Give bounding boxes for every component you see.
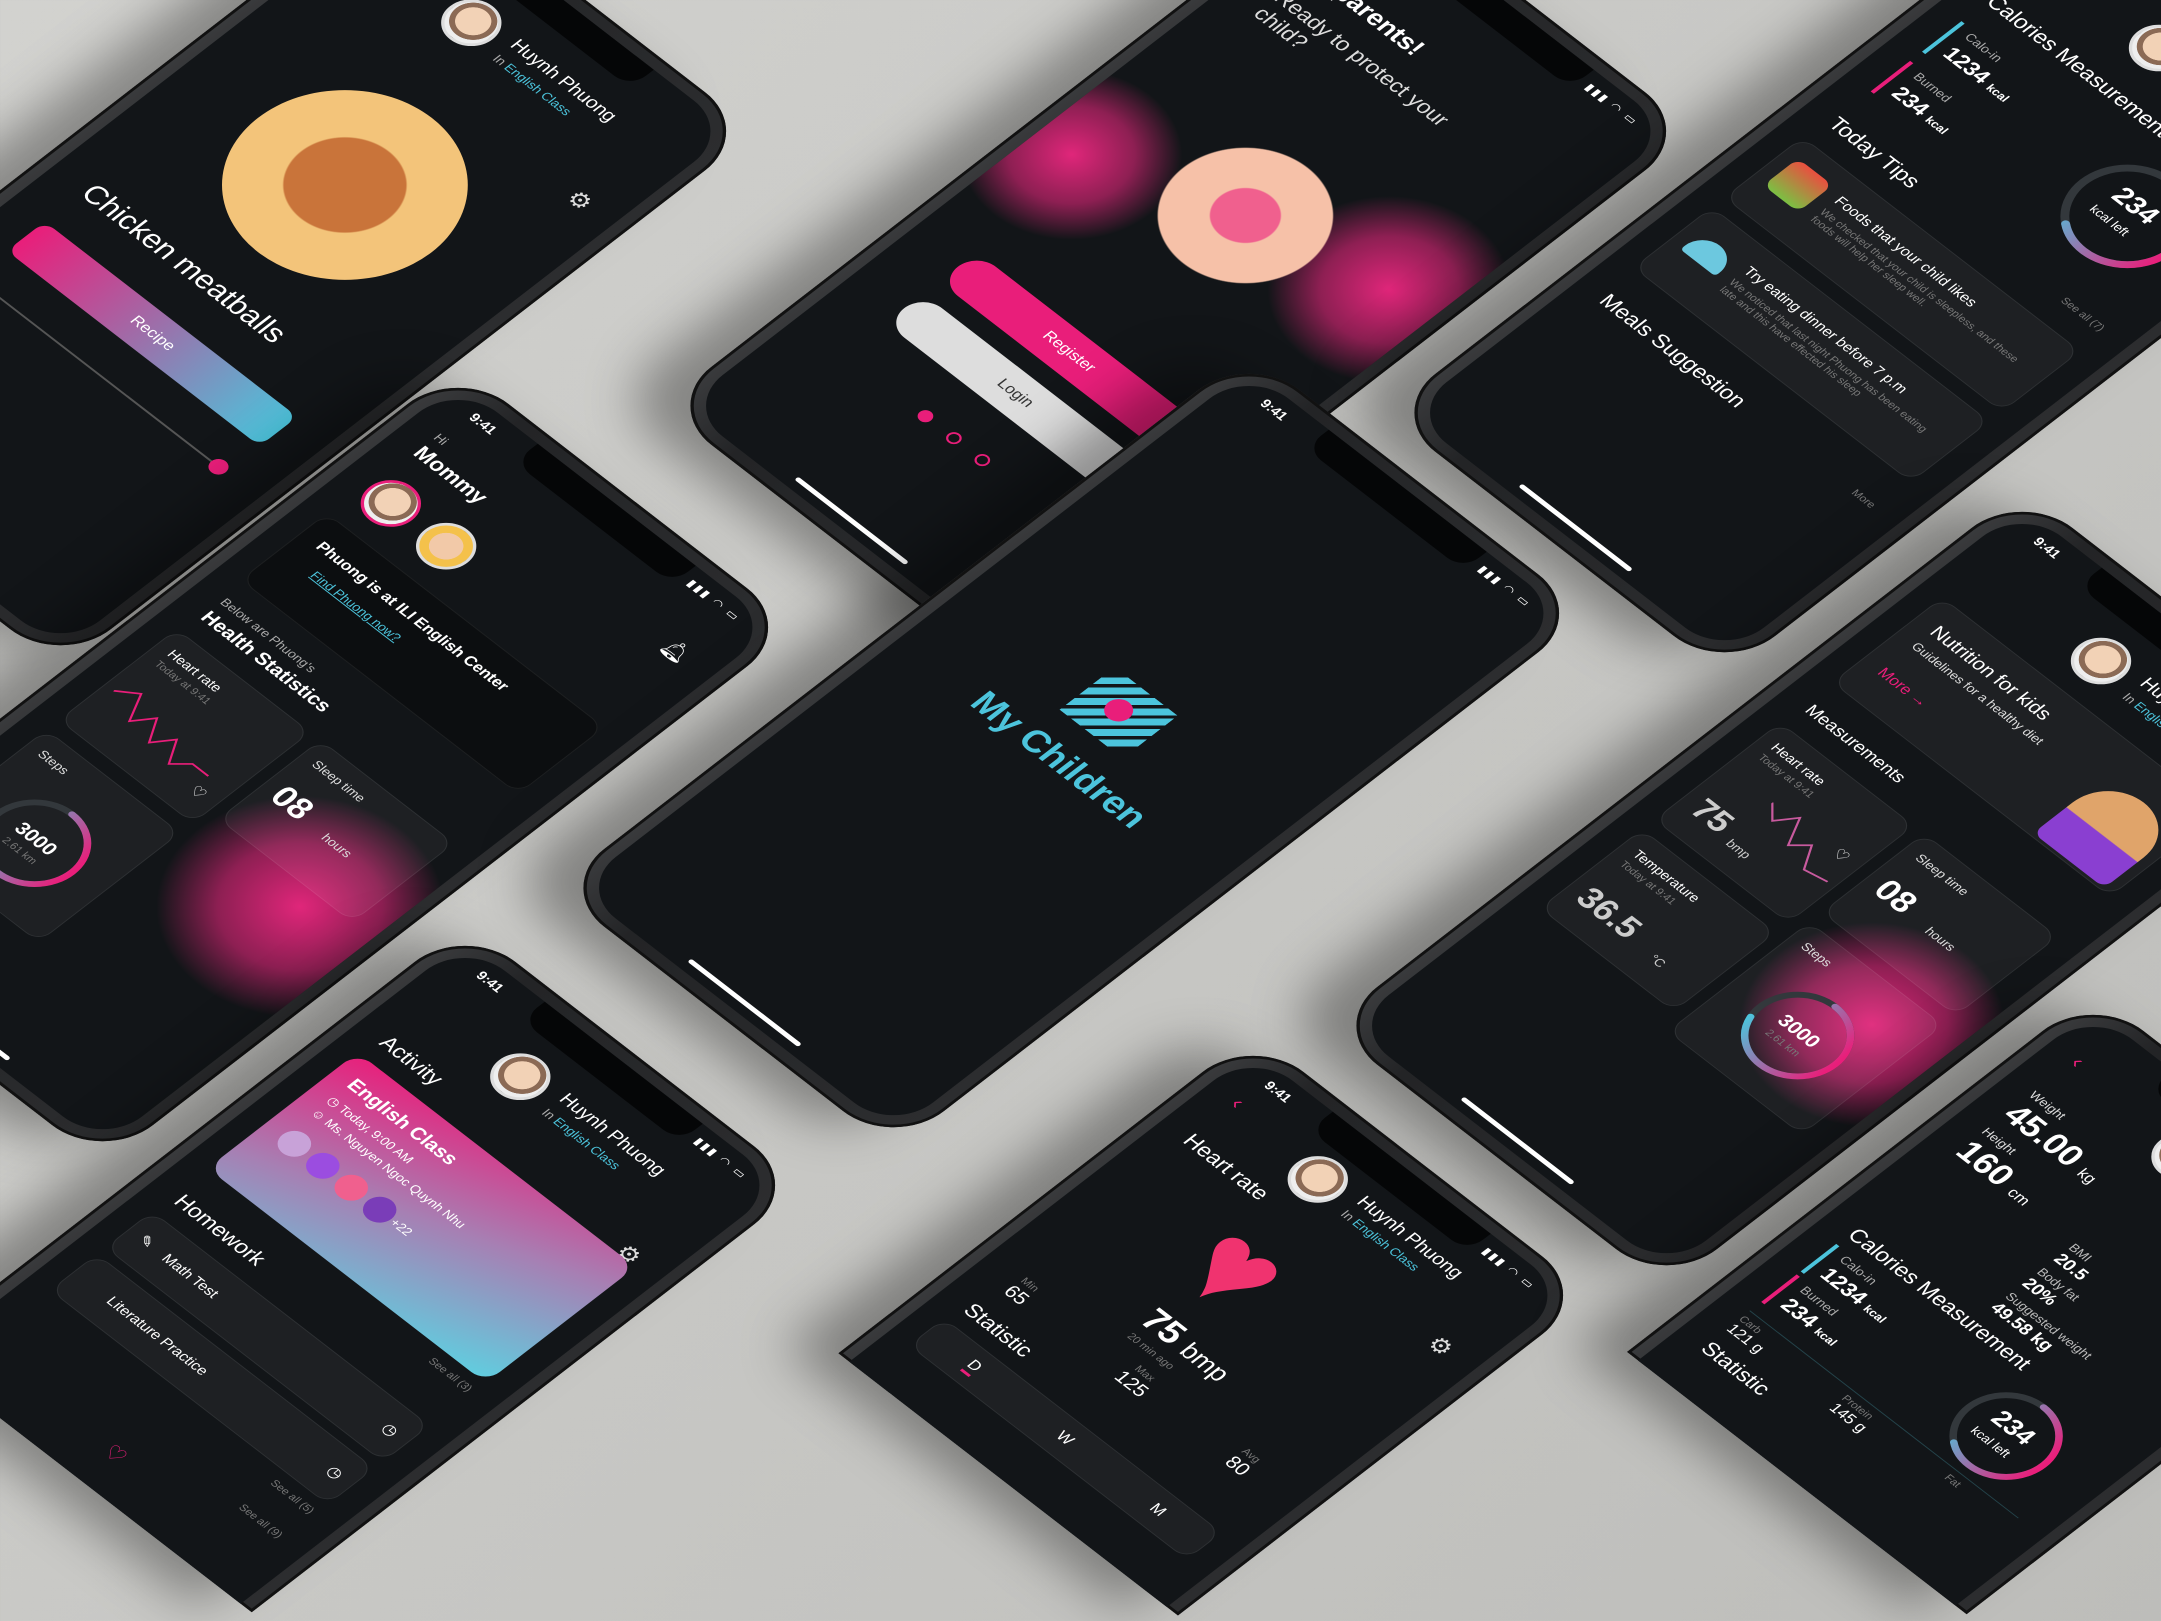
avg-stat: Avg 80: [1219, 1446, 1263, 1480]
kid-illustration: [2033, 775, 2161, 888]
status-icons: ▮▮▮ ◠ ▭: [1474, 563, 1535, 610]
tab-day[interactable]: D: [959, 1357, 986, 1378]
steps-label: Steps: [1797, 939, 1836, 970]
status-time: 9:41: [472, 968, 508, 995]
avatar: [477, 1043, 563, 1110]
home-indicator: [1460, 1096, 1575, 1186]
avatar: [428, 0, 514, 56]
app-name: My Children: [962, 684, 1158, 835]
sleep-value: 08: [262, 779, 322, 827]
home-indicator: [794, 476, 909, 566]
home-indicator: [1518, 483, 1633, 573]
sleep-label: Sleep time: [1912, 851, 1973, 898]
homework-name: Math Test: [157, 1251, 223, 1302]
page-dot[interactable]: [942, 429, 965, 447]
gear-icon[interactable]: ⚙: [1420, 1331, 1460, 1362]
page-dot[interactable]: [971, 451, 994, 469]
status-icons: ▮▮▮ ◠ ▭: [1581, 81, 1642, 128]
status-icons: ▮▮▮ ◠ ▭: [690, 1135, 751, 1182]
home-indicator: [0, 972, 11, 1062]
status-time: 9:41: [1256, 396, 1292, 423]
avatar: [2116, 15, 2161, 81]
sleep-unit: hours: [1921, 924, 1960, 954]
max-stat: Max 125: [1109, 1363, 1158, 1402]
notch: [514, 443, 696, 584]
fat-stat: Fat: [1941, 1472, 1964, 1490]
status-icons: ▮▮▮ ◠ ▭: [683, 577, 744, 624]
more-button[interactable]: More →: [1873, 665, 1932, 711]
app-logo-icon: [1059, 667, 1178, 759]
section-title: Calories Measurement: [1981, 0, 2161, 141]
child-avatar-selected[interactable]: [348, 470, 434, 537]
page-dot-active[interactable]: [914, 407, 937, 425]
status-time: 9:41: [2029, 534, 2065, 561]
greeting: Hi: [430, 430, 452, 448]
extra-count: +22: [386, 1215, 417, 1239]
heart-rate-screen: 9:41 ▮▮▮ ◠ ▭ ‹ Huynh Phuong In English C…: [849, 1050, 1571, 1608]
dish-icon: [1680, 232, 1738, 277]
notch: [1412, 0, 1594, 88]
sleep-unit: hours: [318, 831, 356, 861]
tab-month[interactable]: M: [1145, 1501, 1170, 1520]
location-text: Phuong is at ILI English Center: [311, 539, 513, 695]
home-indicator: [687, 958, 802, 1048]
heart-value: 75: [1682, 792, 1743, 840]
arrow-right-icon: →: [1905, 690, 1932, 711]
avatar: [2058, 628, 2144, 694]
heart-wave: [1771, 802, 1829, 883]
status-time: 9:41: [1260, 1078, 1296, 1105]
see-all-tips[interactable]: See all (7): [2058, 296, 2107, 334]
heart-title: Heart rate: [1177, 1129, 1275, 1205]
more-link[interactable]: More: [1848, 488, 1877, 511]
heart-wave: [113, 689, 210, 777]
heart-unit: bmp: [1722, 836, 1755, 862]
pencil-icon: ✎: [133, 1232, 159, 1252]
clock-icon: ◷: [377, 1420, 402, 1440]
status-icons: ▮▮▮ ◠ ▭: [1478, 1245, 1539, 1292]
tab-week[interactable]: W: [1052, 1428, 1077, 1448]
min-stat: Min 65: [998, 1275, 1042, 1309]
steps-label: Steps: [34, 747, 73, 777]
heart-nav-icon[interactable]: ♡: [97, 1440, 133, 1468]
see-all-more[interactable]: See all (9): [236, 1502, 285, 1540]
sleep-value: 08: [1865, 873, 1926, 920]
back-icon[interactable]: ‹: [1225, 1093, 1251, 1113]
child-avatar[interactable]: [403, 513, 489, 580]
page-dots[interactable]: [914, 407, 994, 469]
protein-stat: Protein 145 g: [1825, 1393, 1876, 1436]
food-icon: [1763, 158, 1833, 213]
temp-value: 36.5: [1567, 881, 1651, 945]
sleep-label: Sleep time: [308, 757, 370, 805]
temp-unit: °C: [1645, 951, 1670, 971]
avatar: [2138, 1123, 2161, 1190]
clock-icon: ◷: [322, 1463, 347, 1483]
gear-icon[interactable]: ⚙: [559, 185, 599, 216]
bell-icon[interactable]: 🔔︎: [654, 635, 697, 668]
back-icon[interactable]: ‹: [2065, 1052, 2091, 1072]
status-time: 9:41: [465, 410, 501, 437]
